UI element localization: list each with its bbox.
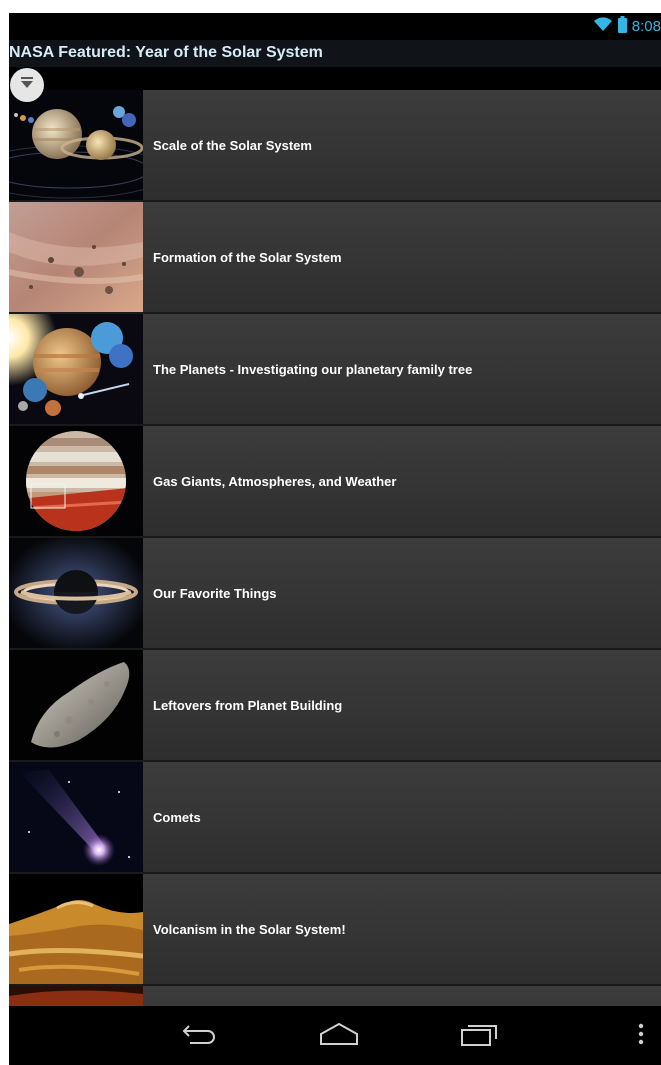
- list-item[interactable]: Volcanism in the Solar System!: [9, 874, 661, 986]
- title-bar: NASA Featured: Year of the Solar System: [9, 40, 661, 67]
- list-item[interactable]: Scale of the Solar System: [9, 90, 661, 202]
- list-item[interactable]: Leftovers from Planet Building: [9, 650, 661, 762]
- status-icons: 8:08: [593, 13, 661, 40]
- filter-button[interactable]: [10, 68, 44, 102]
- feature-list[interactable]: Scale of the Solar System Formation of t…: [9, 90, 661, 1006]
- list-item[interactable]: Our Favorite Things: [9, 538, 661, 650]
- status-time: 8:08: [631, 18, 661, 35]
- battery-icon: [617, 15, 627, 38]
- list-item[interactable]: The Planets - Investigating our planetar…: [9, 314, 661, 426]
- thumbnail-image: [9, 874, 143, 984]
- list-item[interactable]: Gas Giants, Atmospheres, and Weather: [9, 426, 661, 538]
- overflow-menu-icon: [638, 1023, 644, 1050]
- item-title: Our Favorite Things: [153, 585, 277, 601]
- thumbnail-image: [9, 314, 143, 424]
- thumbnail-image: [9, 762, 143, 872]
- thumbnail-image: [9, 650, 143, 760]
- home-button[interactable]: [317, 1018, 361, 1054]
- recent-apps-icon: [460, 1021, 498, 1052]
- item-title: Leftovers from Planet Building: [153, 697, 343, 713]
- wifi-icon: [593, 16, 613, 37]
- item-title: Formation of the Solar System: [153, 249, 342, 265]
- page-title: NASA Featured: Year of the Solar System: [9, 44, 323, 61]
- thumbnail-image: [9, 538, 143, 648]
- back-button[interactable]: [177, 1018, 221, 1054]
- filter-down-icon: [19, 75, 35, 96]
- overflow-menu-button[interactable]: [621, 1018, 661, 1054]
- thumbnail-image: [9, 986, 143, 1006]
- list-item[interactable]: Comets: [9, 762, 661, 874]
- item-title: Comets: [153, 809, 201, 825]
- recent-apps-button[interactable]: [457, 1018, 501, 1054]
- item-title: Gas Giants, Atmospheres, and Weather: [153, 473, 397, 489]
- status-bar: 8:08: [9, 13, 661, 40]
- item-title: The Planets - Investigating our planetar…: [153, 361, 473, 377]
- thumbnail-image: [9, 426, 143, 536]
- list-item[interactable]: [9, 986, 661, 1006]
- list-item[interactable]: Formation of the Solar System: [9, 202, 661, 314]
- item-title: Scale of the Solar System: [153, 137, 312, 153]
- navigation-bar: [9, 1006, 661, 1065]
- thumbnail-image: [9, 202, 143, 312]
- device-screen: 8:08 NASA Featured: Year of the Solar Sy…: [9, 13, 661, 1065]
- item-title: Volcanism in the Solar System!: [153, 921, 346, 937]
- thumbnail-image: [9, 90, 143, 200]
- back-icon: [180, 1022, 218, 1051]
- home-icon: [319, 1022, 359, 1051]
